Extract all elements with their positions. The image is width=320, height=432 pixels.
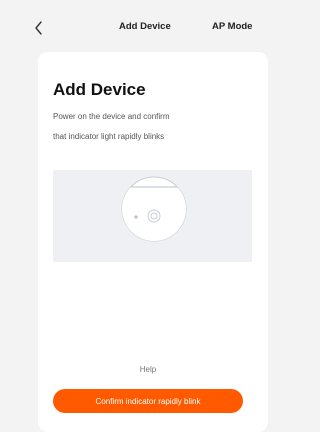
back-chevron-icon[interactable] <box>32 19 46 37</box>
instruction-line-2: that indicator light rapidly blinks <box>53 132 165 141</box>
tab-add-device[interactable]: Add Device <box>119 21 171 32</box>
top-bar: Add Device AP Mode <box>0 0 252 50</box>
device-indicator-icon <box>121 176 187 242</box>
instruction-line-1: Power on the device and confirm <box>53 112 170 121</box>
help-link[interactable]: Help <box>53 365 243 374</box>
tab-ap-mode[interactable]: AP Mode <box>212 21 252 32</box>
page-title: Add Device <box>53 80 146 99</box>
confirm-blink-button[interactable]: Confirm indicator rapidly blink <box>53 389 243 413</box>
device-illustration <box>53 170 252 262</box>
